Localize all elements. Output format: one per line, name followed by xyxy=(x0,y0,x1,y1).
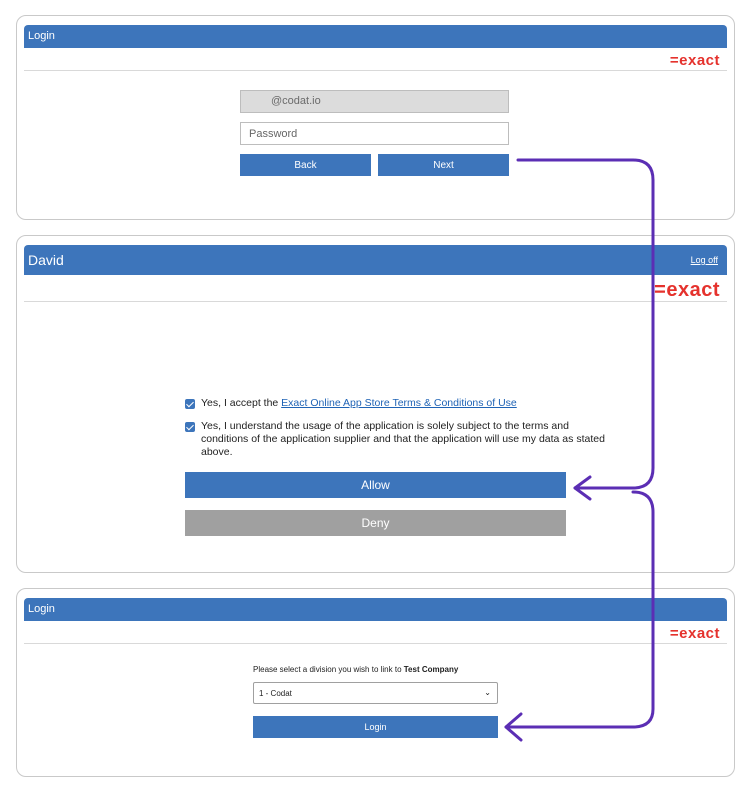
email-field[interactable]: @codat.io xyxy=(240,90,509,113)
division-card: Login =exact Please select a division yo… xyxy=(16,588,735,777)
login-title: Login xyxy=(28,30,55,42)
logoff-link[interactable]: Log off xyxy=(691,255,718,265)
division-prompt: Please select a division you wish to lin… xyxy=(253,665,458,674)
header-divider xyxy=(24,301,727,302)
login-button[interactable]: Login xyxy=(253,716,498,738)
allow-button[interactable]: Allow xyxy=(185,472,566,498)
consent-card: David Log off =exact Yes, I accept the E… xyxy=(16,235,735,573)
exact-logo: =exact xyxy=(669,625,720,642)
exact-logo: =exact xyxy=(669,52,720,69)
usage-checkbox[interactable] xyxy=(185,422,195,432)
division-select[interactable]: 1 - Codat ⌄ xyxy=(253,682,498,704)
login-header-bar: Login xyxy=(24,25,727,48)
terms-link[interactable]: Exact Online App Store Terms & Condition… xyxy=(281,397,517,409)
back-button[interactable]: Back xyxy=(240,154,371,176)
division-selected-value: 1 - Codat xyxy=(259,689,292,698)
division-header-bar: Login xyxy=(24,598,727,621)
usage-consent-text: Yes, I understand the usage of the appli… xyxy=(201,420,605,458)
division-prompt-text: Please select a division you wish to lin… xyxy=(253,665,404,674)
terms-consent: Yes, I accept the Exact Online App Store… xyxy=(201,397,517,410)
header-divider xyxy=(24,643,727,644)
header-divider xyxy=(24,70,727,71)
company-name: Test Company xyxy=(403,665,459,674)
user-name: David xyxy=(28,252,64,268)
password-input[interactable] xyxy=(240,122,509,145)
chevron-down-icon: ⌄ xyxy=(484,688,491,697)
terms-checkbox[interactable] xyxy=(185,399,195,409)
deny-button[interactable]: Deny xyxy=(185,510,566,536)
next-button[interactable]: Next xyxy=(378,154,509,176)
consent-header-bar: David Log off xyxy=(24,245,727,275)
exact-logo: =exact xyxy=(654,279,720,301)
division-login-title: Login xyxy=(28,603,55,615)
terms-prefix: Yes, I accept the xyxy=(201,397,282,409)
login-card: Login =exact @codat.io Back Next xyxy=(16,15,735,220)
